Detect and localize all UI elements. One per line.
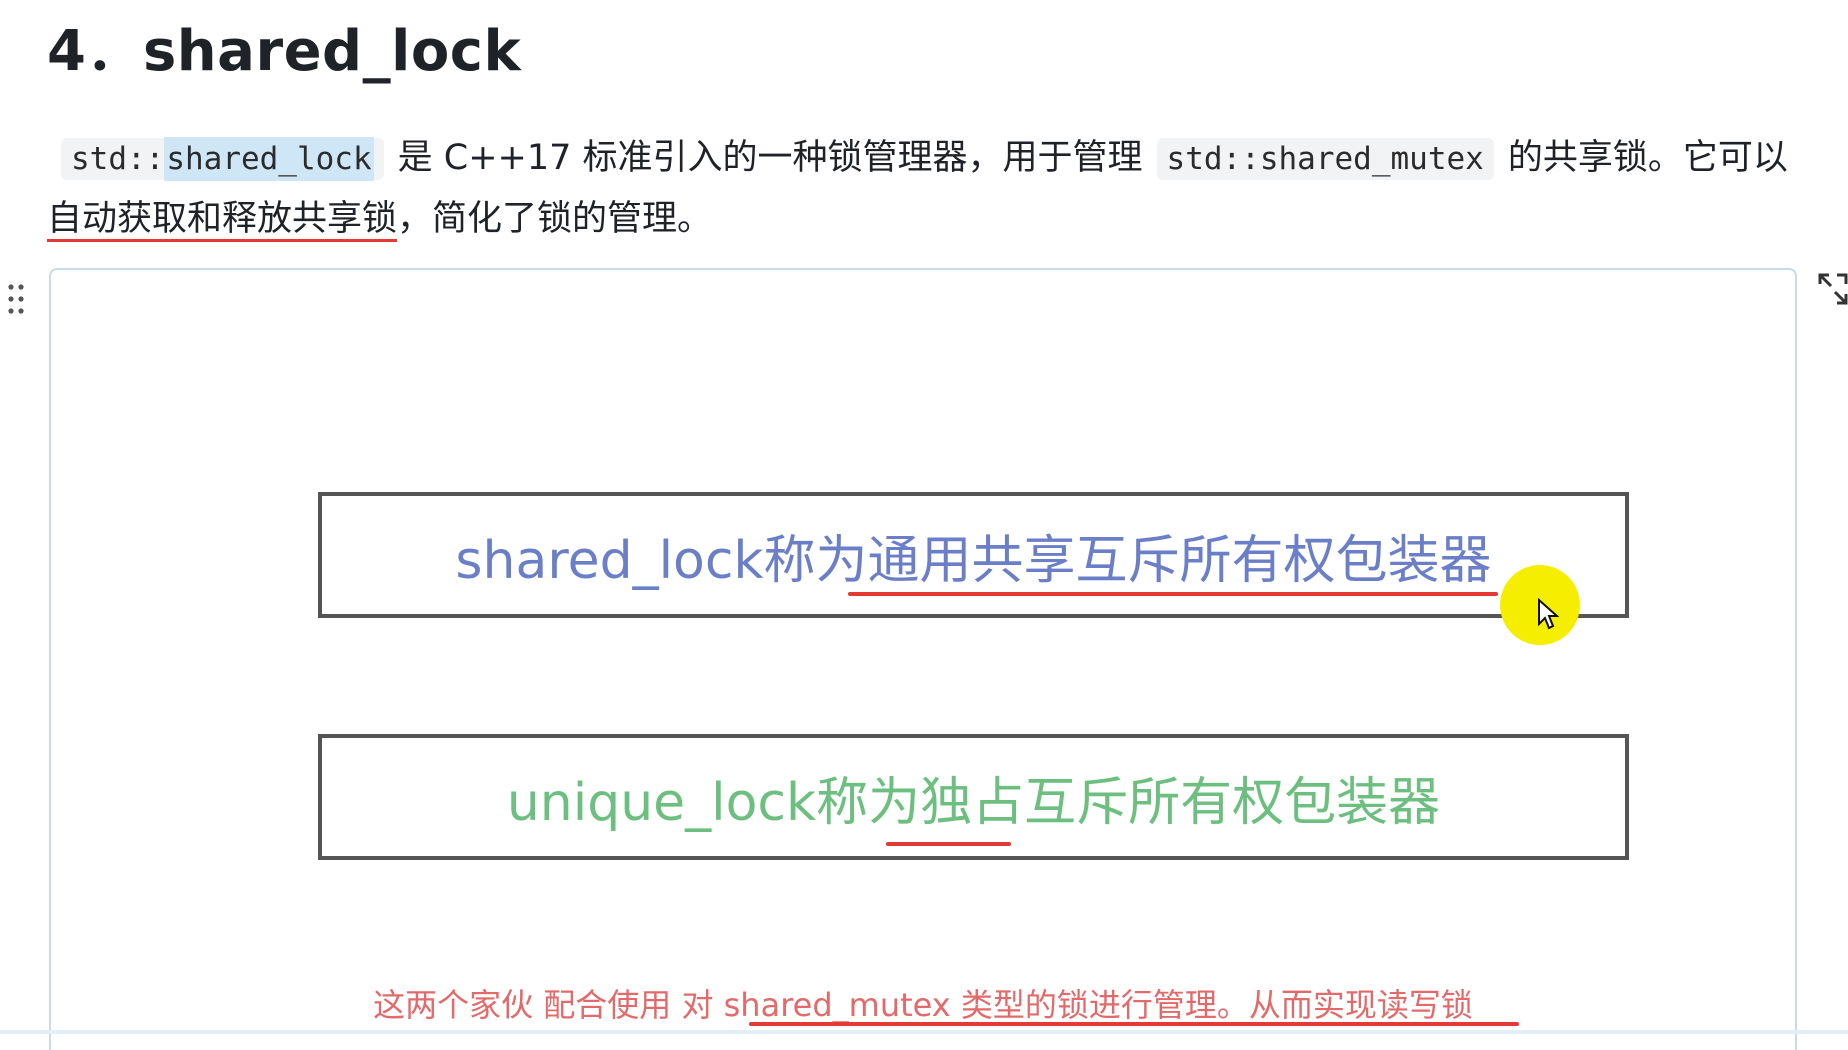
page-heading: 4．shared_lock [47,19,522,84]
usage-note-emphasis: 对 shared_mutex 类型的锁进行管理。从而实现读写锁 [681,986,1473,1024]
underlined-text: 自动获取和释放共享锁 [47,199,398,239]
expand-icon[interactable] [1818,272,1848,306]
red-underline [886,842,1011,846]
shared-lock-description: 通用共享互斥所有权包装器 [867,530,1492,591]
selected-text: shared_lock [164,137,374,181]
paragraph-text: 是 C++17 标准引入的一种锁管理器，用于管理 [397,138,1143,178]
mouse-cursor-icon [1537,597,1560,630]
intro-paragraph: std::shared_lock 是 C++17 标准引入的一种锁管理器，用于管理… [47,128,1807,249]
inline-code-shared-mutex: std::shared_mutex [1156,138,1494,180]
inline-code-shared-lock: std::shared_lock [61,137,384,181]
diagram-block: shared_lock称为 通用共享互斥所有权包装器 unique_lock称为独… [49,268,1797,1050]
red-underline [848,592,1498,596]
bottom-border [0,1030,1848,1034]
unique-lock-description: 独占互斥所有权包装器 [920,772,1441,833]
paragraph-text: 的共享锁。它可以 [1507,138,1788,178]
red-underline [749,1022,1519,1026]
usage-note: 这两个家伙 配合使用 对 shared_mutex 类型的锁进行管理。从而实现读… [373,986,1473,1024]
shared-lock-box: shared_lock称为 通用共享互斥所有权包装器 [318,492,1629,618]
drag-handle-icon[interactable] [6,282,26,316]
paragraph-text: ，简化了锁的管理。 [397,199,713,239]
